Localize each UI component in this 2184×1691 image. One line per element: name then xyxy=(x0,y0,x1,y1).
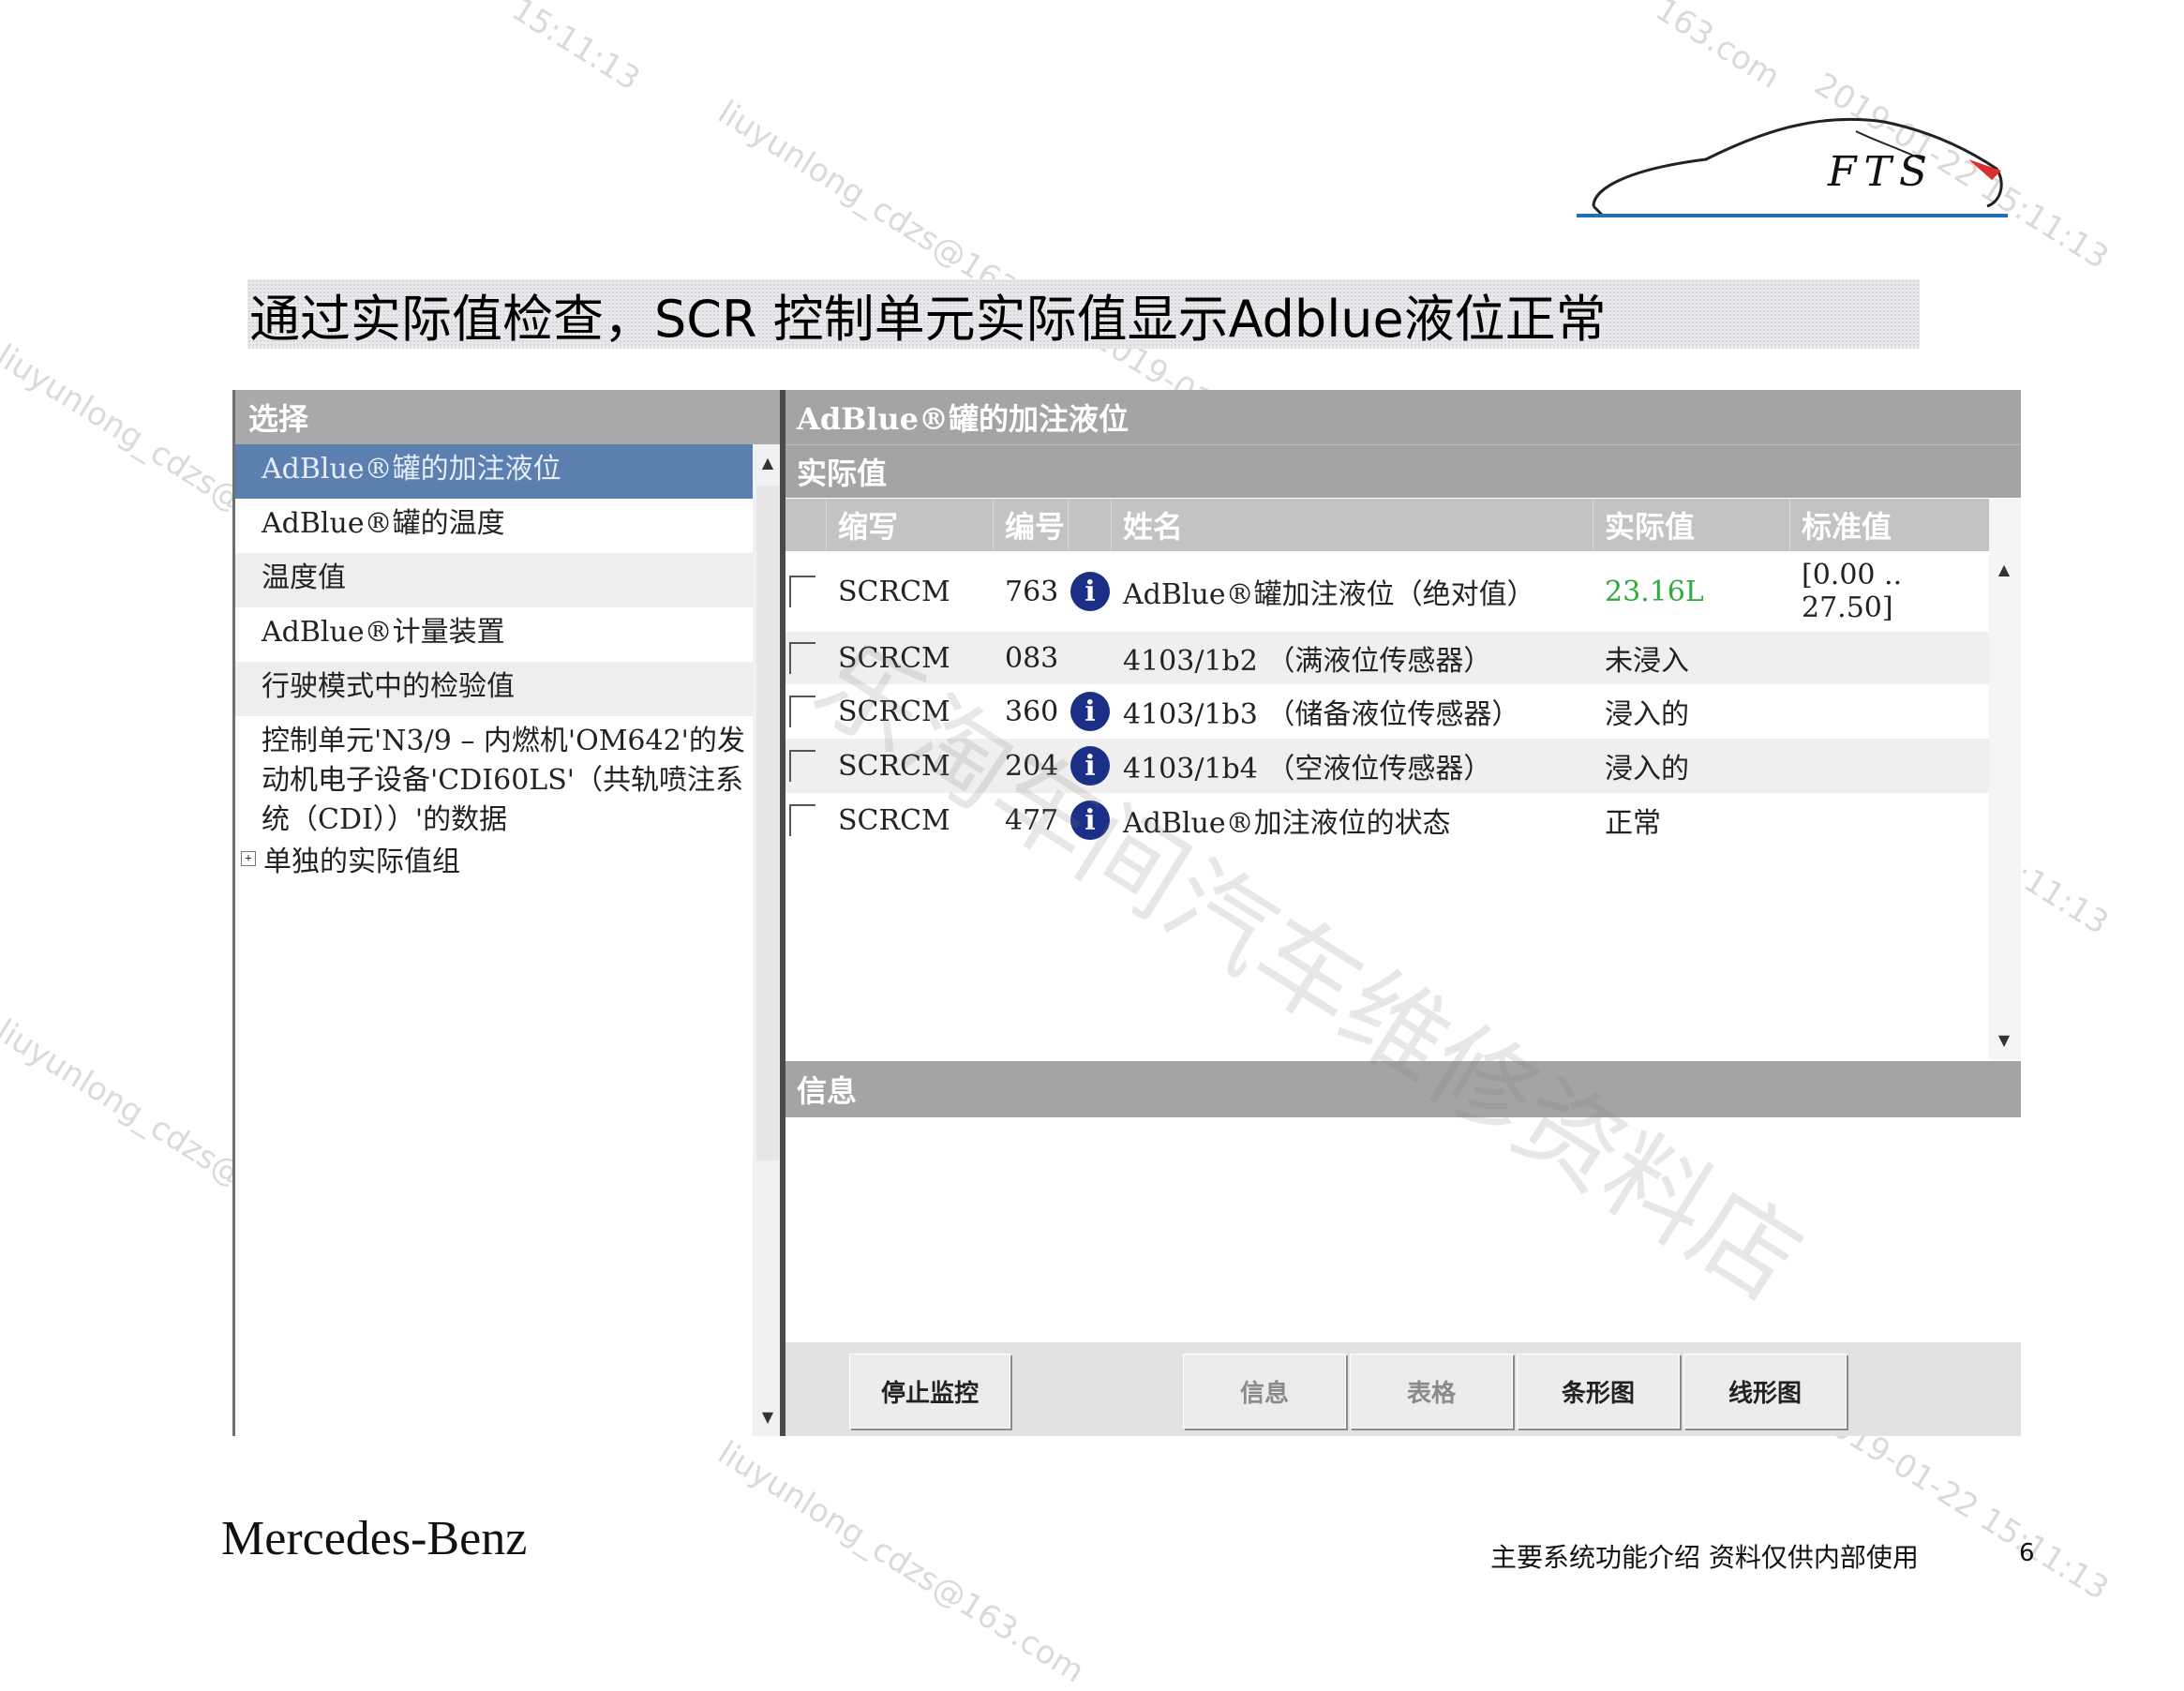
row-num: 763 xyxy=(1005,575,1059,608)
row-name: 4103/1b3 （储备液位传感器） xyxy=(1123,698,1520,731)
selection-panel: 选择 AdBlue®罐的加注液位 AdBlue®罐的温度 温度值 AdBlue®… xyxy=(232,390,783,1436)
tree-item-label: 单独的实际值组 xyxy=(263,846,460,878)
table-button[interactable]: 表格 xyxy=(1350,1354,1513,1429)
col-name[interactable]: 姓名 xyxy=(1112,499,1593,551)
row-standard xyxy=(1790,684,1989,739)
line-chart-button[interactable]: 线形图 xyxy=(1683,1354,1847,1429)
panel-title: AdBlue®罐的加注液位 xyxy=(785,390,2021,444)
row-checkbox[interactable] xyxy=(785,739,827,793)
expand-icon[interactable]: + xyxy=(241,851,256,866)
row-standard: [0.00 .. 27.50] xyxy=(1802,559,1903,624)
info-button[interactable]: 信息 xyxy=(1183,1354,1346,1429)
scroll-down-icon[interactable]: ▼ xyxy=(1989,1022,2019,1059)
watermark-time: 15:11:13 xyxy=(504,0,647,98)
row-value: 浸入的 xyxy=(1605,698,1689,731)
selection-list: AdBlue®罐的加注液位 AdBlue®罐的温度 温度值 AdBlue®计量装… xyxy=(235,444,753,883)
footer-note: 主要系统功能介绍 资料仅供内部使用 xyxy=(1490,1542,1919,1573)
logo-text: FTS xyxy=(1828,148,1936,196)
row-info-empty xyxy=(1069,632,1112,684)
scroll-up-icon[interactable]: ▲ xyxy=(753,444,783,482)
row-name: 4103/1b4 （空液位传感器） xyxy=(1123,753,1492,786)
row-checkbox[interactable] xyxy=(785,632,827,684)
table-row[interactable]: SCRCM 763 i AdBlue®罐加注液位（绝对值） 23.16L [0.… xyxy=(785,551,1989,632)
row-abbr: SCRCM xyxy=(838,575,950,608)
watermark-email: 163.com xyxy=(1648,0,1787,97)
slide-title: 通过实际值检查，SCR 控制单元实际值显示Adblue液位正常 xyxy=(247,279,1920,349)
list-item-temperature-values[interactable]: 温度值 xyxy=(235,553,753,607)
left-scrollbar[interactable]: ▲ ▼ xyxy=(753,444,783,1436)
row-standard xyxy=(1790,632,1989,684)
list-item-tank-fill-level[interactable]: AdBlue®罐的加注液位 xyxy=(235,444,753,499)
row-num: 083 xyxy=(1005,641,1059,675)
list-item-control-unit-data[interactable]: 控制单元'N3/9 – 内燃机'OM642'的发动机电子设备'CDI60LS'（… xyxy=(235,716,753,836)
info-icon[interactable]: i xyxy=(1069,551,1112,632)
panel-subtitle: 实际值 xyxy=(785,444,2021,498)
list-item-tank-temperature[interactable]: AdBlue®罐的温度 xyxy=(235,499,753,553)
table-scrollbar[interactable]: ▲ ▼ xyxy=(1989,499,2021,1059)
fts-car-logo xyxy=(1592,117,2003,217)
button-bar: 停止监控 信息 表格 条形图 线形图 xyxy=(785,1342,2021,1436)
list-item-metering-device[interactable]: AdBlue®计量装置 xyxy=(235,607,753,662)
row-name: AdBlue®罐加注液位（绝对值） xyxy=(1123,578,1535,611)
table-header: 缩写 编号 姓名 实际值 标准值 xyxy=(785,499,1989,551)
col-check xyxy=(785,499,827,551)
row-value: 浸入的 xyxy=(1605,753,1689,786)
scroll-thumb[interactable] xyxy=(756,486,779,1160)
tree-item-actual-value-groups[interactable]: + 单独的实际值组 xyxy=(235,834,753,883)
scroll-down-icon[interactable]: ▼ xyxy=(753,1399,783,1436)
row-standard xyxy=(1790,793,1989,847)
row-checkbox[interactable] xyxy=(785,551,827,632)
col-info xyxy=(1069,499,1112,551)
row-name: 4103/1b2 （满液位传感器） xyxy=(1123,645,1492,678)
col-standard[interactable]: 标准值 xyxy=(1790,499,1989,551)
bar-chart-button[interactable]: 条形图 xyxy=(1517,1354,1680,1429)
col-num[interactable]: 编号 xyxy=(994,499,1069,551)
col-value[interactable]: 实际值 xyxy=(1593,499,1790,551)
col-abbr[interactable]: 缩写 xyxy=(827,499,994,551)
brand-name: Mercedes-Benz xyxy=(221,1512,528,1565)
scroll-up-icon[interactable]: ▲ xyxy=(1989,551,2019,589)
selection-header: 选择 xyxy=(235,390,780,444)
actual-values-panel: AdBlue®罐的加注液位 实际值 缩写 编号 姓名 实际值 标准值 SCRCM… xyxy=(785,390,2021,1436)
logo-rule xyxy=(1577,214,2008,217)
row-standard xyxy=(1790,739,1989,793)
row-value: 23.16L xyxy=(1605,575,1704,608)
list-item-driving-mode-checks[interactable]: 行驶模式中的检验值 xyxy=(235,662,753,716)
page-number: 6 xyxy=(2019,1539,2035,1567)
stop-monitoring-button[interactable]: 停止监控 xyxy=(849,1354,1010,1429)
row-checkbox[interactable] xyxy=(785,793,827,847)
row-value: 未浸入 xyxy=(1605,645,1689,678)
watermark-email: liuyunlong_cdzs@163.com xyxy=(711,1434,1091,1691)
row-value: 正常 xyxy=(1605,807,1661,840)
